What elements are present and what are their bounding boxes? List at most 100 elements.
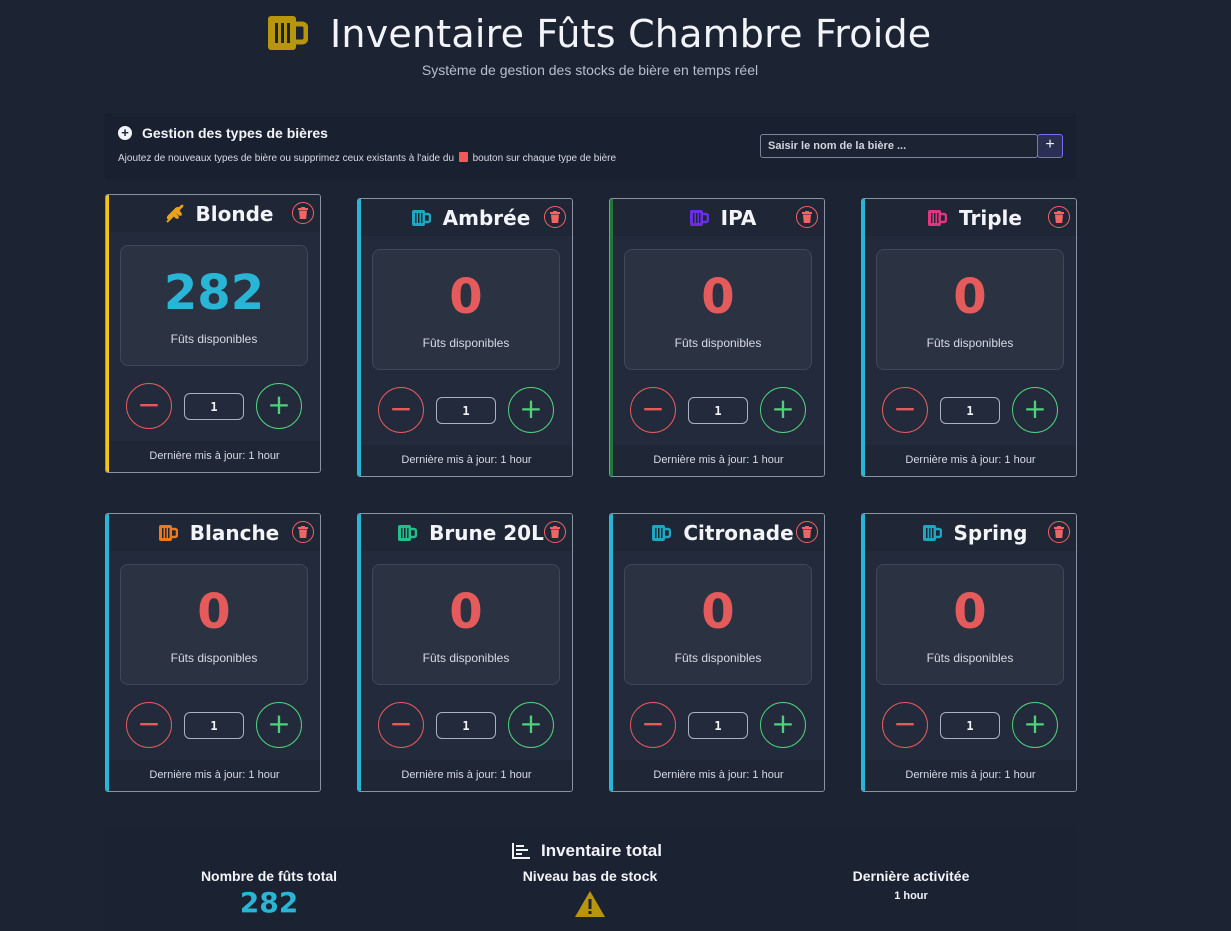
beer-mug-icon [158,523,178,543]
stock-count: 0 [701,269,735,325]
card-header: IPA [613,199,824,236]
increment-button[interactable]: + [256,383,302,429]
last-update-text: Dernière mis à jour: 1 hour [865,760,1076,791]
last-update-text: Dernière mis à jour: 1 hour [865,445,1076,476]
decrement-button[interactable]: − [126,383,172,429]
last-activity-label: Dernière activitée [852,868,970,884]
decrement-button[interactable]: − [630,387,676,433]
total-kegs-value: 282 [239,886,299,919]
decrement-button[interactable]: − [630,702,676,748]
card-accent-bar [358,514,361,791]
beer-name: Citronade [683,521,794,545]
quantity-input[interactable] [436,397,496,424]
quantity-input[interactable] [940,712,1000,739]
summary-title: Inventaire total [541,841,662,860]
stock-label: Fûts disponibles [926,336,1014,350]
last-update-text: Dernière mis à jour: 1 hour [361,760,572,791]
card-header: Blonde [109,195,320,232]
delete-beer-button[interactable] [292,202,314,224]
delete-beer-button[interactable] [1048,521,1070,543]
card-accent-bar [862,199,865,476]
decrement-button[interactable]: − [378,702,424,748]
add-beer-button[interactable]: + [1037,134,1063,158]
quantity-input[interactable] [184,712,244,739]
beer-mug-icon [922,523,942,543]
stock-label: Fûts disponibles [422,336,510,350]
card-header: Brune 20L [361,514,572,551]
beer-mug-icon [689,208,709,228]
beer-card: IPA 0 Fûts disponibles − + Dernière mis à jou… [609,198,825,477]
beer-card: Triple 0 Fûts disponibles − + Dernière mis à … [861,198,1077,477]
stock-label: Fûts disponibles [170,332,258,346]
stock-display: 0 Fûts disponibles [876,249,1064,370]
decrement-button[interactable]: − [882,702,928,748]
decrement-button[interactable]: − [126,702,172,748]
beer-card: Blanche 0 Fûts disponibles − + Dernière mis à… [105,513,321,792]
quantity-input[interactable] [436,712,496,739]
beer-mug-icon [927,208,948,228]
card-accent-bar [862,514,865,791]
increment-button[interactable]: + [760,702,806,748]
stock-display: 0 Fûts disponibles [624,564,812,685]
beer-name: Triple [959,206,1022,230]
last-update-text: Dernière mis à jour: 1 hour [109,760,320,791]
stock-count: 0 [449,269,483,325]
total-kegs-label: Nombre de fûts total [200,868,338,884]
quantity-input[interactable] [688,712,748,739]
increment-button[interactable]: + [1012,702,1058,748]
stock-display: 0 Fûts disponibles [372,564,560,685]
beer-mug-icon [268,16,308,50]
last-update-text: Dernière mis à jour: 1 hour [613,760,824,791]
management-title: Gestion des types de bières [142,125,328,141]
quantity-input[interactable] [184,393,244,420]
help-text-start: Ajoutez de nouveaux types de bière ou su… [118,153,455,164]
beer-name-input[interactable] [760,134,1038,158]
low-stock-label: Niveau bas de stock [522,868,658,884]
quantity-input[interactable] [688,397,748,424]
delete-beer-button[interactable] [544,521,566,543]
beer-mug-icon [397,523,418,543]
decrement-button[interactable]: − [378,387,424,433]
stock-count: 0 [449,584,483,640]
warning-icon [575,891,605,917]
increment-button[interactable]: + [1012,387,1058,433]
beer-name: Ambrée [442,206,531,230]
stock-display: 0 Fûts disponibles [120,564,308,685]
page-title: Inventaire Fûts Chambre Froide [330,12,932,56]
card-accent-bar [358,199,361,476]
card-header: Ambrée [361,199,572,236]
last-activity-value: 1 hour [894,890,928,902]
card-header: Blanche [109,514,320,551]
stock-display: 282 Fûts disponibles [120,245,308,366]
decrement-button[interactable]: − [882,387,928,433]
card-header: Spring [865,514,1076,551]
stock-label: Fûts disponibles [674,651,762,665]
beer-name: Blanche [189,521,280,545]
beer-card: Spring 0 Fûts disponibles − + Dernière mis à … [861,513,1077,792]
delete-beer-button[interactable] [796,521,818,543]
add-circle-icon: + [118,126,132,140]
increment-button[interactable]: + [256,702,302,748]
quantity-input[interactable] [940,397,1000,424]
card-header: Citronade [613,514,824,551]
increment-button[interactable]: + [508,387,554,433]
low-stock-stat: Niveau bas de stock [440,868,740,918]
beer-type-management-panel: + Gestion des types de bières Ajoutez de… [104,113,1076,179]
delete-beer-button[interactable] [796,206,818,228]
help-text-end: bouton sur chaque type de bière [472,153,617,164]
increment-button[interactable]: + [508,702,554,748]
beer-mug-icon [651,523,672,543]
increment-button[interactable]: + [760,387,806,433]
stock-count: 0 [953,584,987,640]
wheat-icon [164,204,184,224]
delete-beer-button[interactable] [544,206,566,228]
card-header: Triple [865,199,1076,236]
stock-display: 0 Fûts disponibles [372,249,560,370]
delete-beer-button[interactable] [292,521,314,543]
delete-beer-button[interactable] [1048,206,1070,228]
page-header: Inventaire Fûts Chambre Froide Système d… [0,6,1231,86]
beer-card: Ambrée 0 Fûts disponibles − + Dernière mis à … [357,198,573,477]
stock-label: Fûts disponibles [170,651,258,665]
card-accent-bar [610,514,613,791]
stock-display: 0 Fûts disponibles [624,249,812,370]
